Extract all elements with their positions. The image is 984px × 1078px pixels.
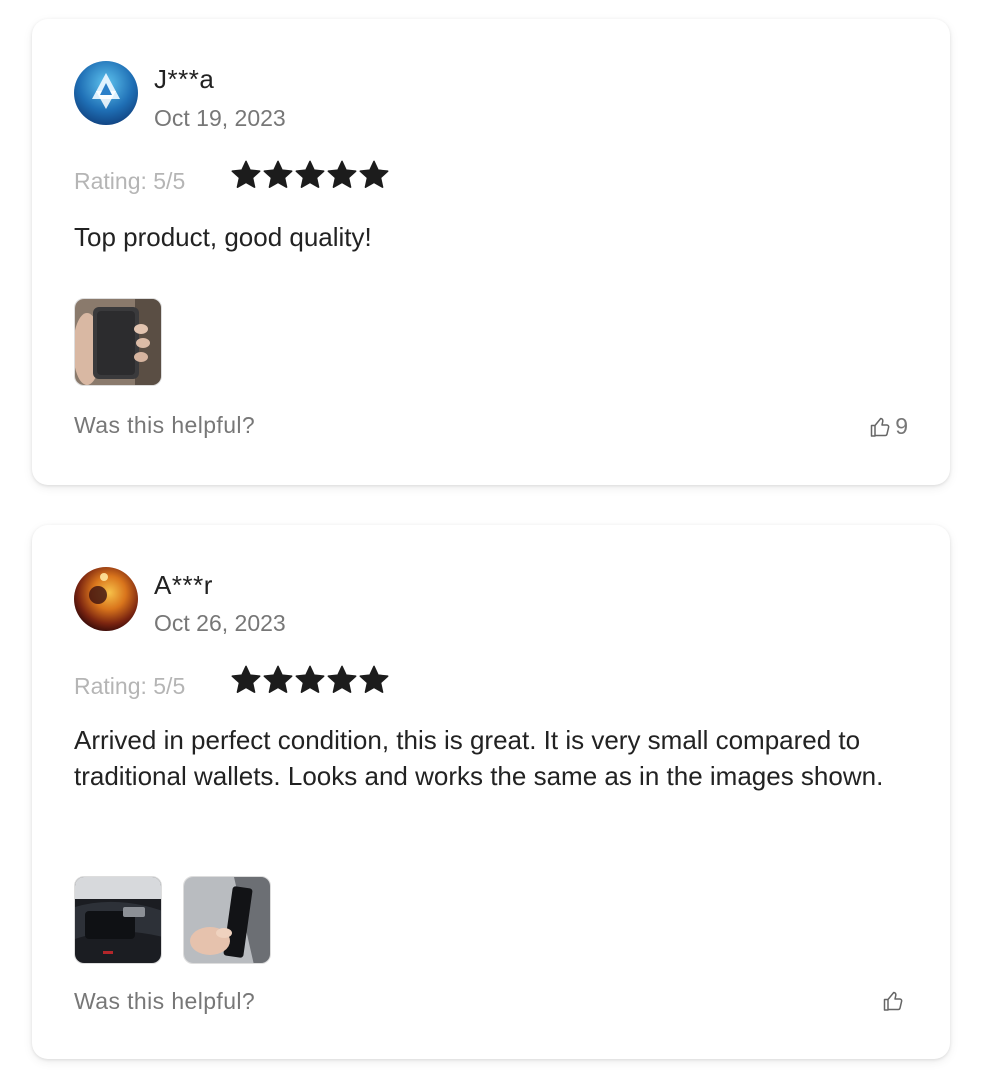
review-photos: [74, 298, 162, 386]
like-button[interactable]: 9: [868, 413, 908, 440]
star-icon: [358, 664, 390, 696]
star-icon: [262, 159, 294, 191]
like-count: 9: [895, 413, 908, 439]
star-rating: [230, 159, 390, 191]
star-rating: [230, 664, 390, 696]
review-date: Oct 26, 2023: [154, 610, 286, 636]
reviewer-name: A***r: [154, 570, 213, 600]
review-text: Top product, good quality!: [74, 222, 372, 252]
review-card: A***r Oct 26, 2023 Rating: 5/5 Arrived i…: [32, 525, 950, 1059]
thumbs-up-icon: [868, 415, 892, 439]
star-icon: [326, 159, 358, 191]
star-icon: [326, 664, 358, 696]
star-icon: [230, 159, 262, 191]
avatar-image: [74, 567, 138, 631]
review-photo[interactable]: [183, 876, 271, 964]
avatar[interactable]: [74, 567, 138, 631]
rating-label: Rating: 5/5: [74, 673, 186, 699]
helpful-prompt: Was this helpful?: [74, 412, 256, 438]
review-photo[interactable]: [74, 876, 162, 964]
review-photos: [74, 876, 271, 964]
review-text: Arrived in perfect condition, this is gr…: [74, 725, 884, 791]
avatar[interactable]: [74, 61, 138, 125]
helpful-prompt: Was this helpful?: [74, 988, 256, 1014]
star-icon: [230, 664, 262, 696]
star-icon: [262, 664, 294, 696]
star-icon: [358, 159, 390, 191]
review-photo[interactable]: [74, 298, 162, 386]
wallet-in-hand-image: [75, 299, 161, 385]
rating-label: Rating: 5/5: [74, 168, 186, 194]
reviewer-name: J***a: [154, 64, 215, 94]
like-button[interactable]: [881, 989, 908, 1013]
review-date: Oct 19, 2023: [154, 105, 286, 131]
wallet-photo-image: [184, 877, 270, 963]
thumbs-up-icon: [881, 989, 905, 1013]
star-icon: [294, 664, 326, 696]
review-card: J***a Oct 19, 2023 Rating: 5/5 Top produ…: [32, 19, 950, 485]
star-icon: [294, 159, 326, 191]
wallet-photo-image: [75, 877, 161, 963]
avatar-image: [74, 61, 138, 125]
